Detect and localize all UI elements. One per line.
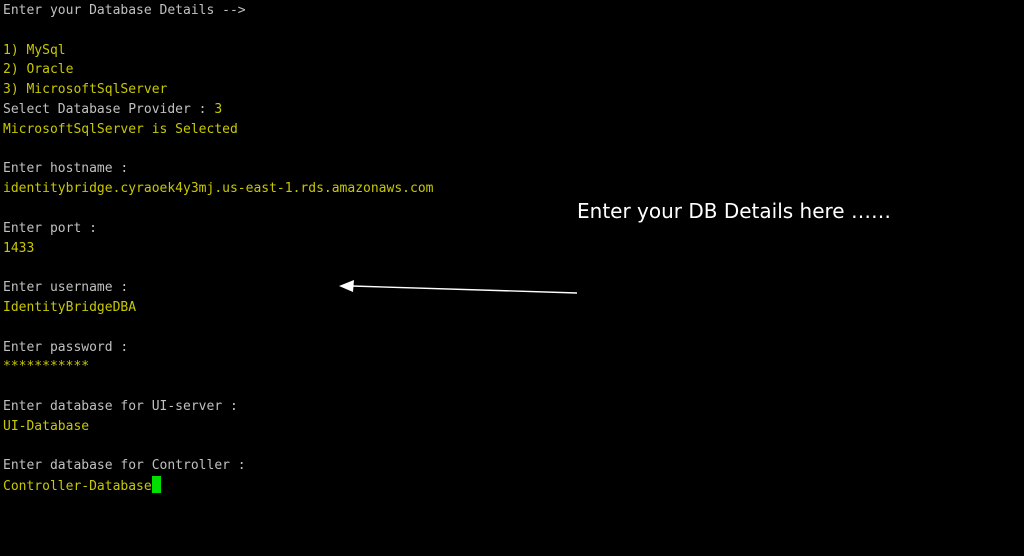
annotation-arrow-icon xyxy=(339,280,578,294)
terminal-window[interactable]: Enter your Database Details --> 1) MySql 2… xyxy=(0,0,1024,556)
